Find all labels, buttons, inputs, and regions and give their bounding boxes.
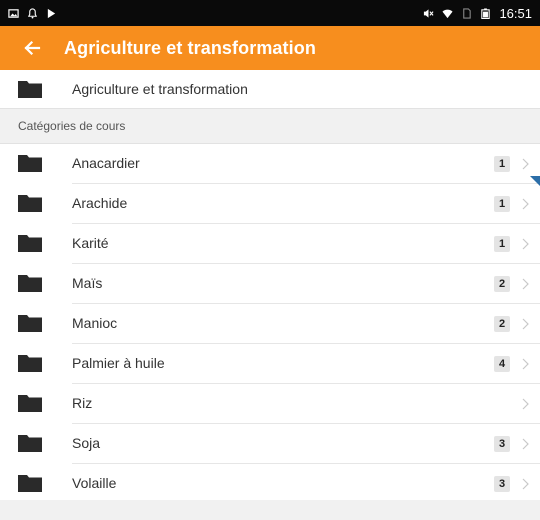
course-count-badge: 2 xyxy=(494,316,510,332)
volume-muted-icon xyxy=(424,8,434,18)
wifi-icon xyxy=(442,9,453,18)
course-count-badge: 1 xyxy=(494,196,510,212)
folder-icon xyxy=(18,155,42,172)
category-row[interactable]: Soja 3 xyxy=(0,424,540,464)
folder-icon xyxy=(18,395,42,412)
course-count-badge: 3 xyxy=(494,476,510,492)
parent-category-label: Agriculture et transformation xyxy=(72,81,248,97)
sim-icon xyxy=(463,7,472,19)
category-label: Riz xyxy=(72,395,93,411)
battery-icon xyxy=(481,7,491,19)
play-store-icon xyxy=(47,8,56,18)
chevron-right-icon xyxy=(522,198,529,210)
page-title: Agriculture et transformation xyxy=(64,37,316,58)
category-label: Palmier à huile xyxy=(72,355,165,371)
back-button[interactable] xyxy=(0,26,64,70)
category-row[interactable]: Volaille 3 xyxy=(0,464,540,504)
chevron-right-icon xyxy=(522,158,529,170)
category-row[interactable]: Maïs 2 xyxy=(0,264,540,304)
folder-icon xyxy=(18,235,42,252)
category-row[interactable]: Anacardier 1 xyxy=(0,144,540,184)
image-icon xyxy=(8,8,19,18)
arrow-left-icon xyxy=(24,40,41,56)
status-time: 16:51 xyxy=(499,5,532,21)
notification-icon xyxy=(27,7,38,19)
category-row[interactable]: Palmier à huile 4 xyxy=(0,344,540,384)
chevron-right-icon xyxy=(522,398,529,410)
status-bar-left xyxy=(8,7,57,19)
app-bar: Agriculture et transformation xyxy=(0,26,540,70)
list-footer xyxy=(0,500,540,520)
folder-icon xyxy=(18,275,42,292)
category-label: Volaille xyxy=(72,475,117,491)
course-count-badge: 2 xyxy=(494,276,510,292)
category-label: Arachide xyxy=(72,195,128,211)
category-row[interactable]: Arachide 1 xyxy=(0,184,540,224)
status-bar-right: 16:51 xyxy=(423,6,532,21)
category-label: Maïs xyxy=(72,275,103,291)
folder-icon xyxy=(18,475,42,492)
folder-icon xyxy=(18,81,42,98)
course-count-badge: 3 xyxy=(494,436,510,452)
chevron-right-icon xyxy=(522,438,529,450)
category-label: Manioc xyxy=(72,315,118,331)
category-label: Soja xyxy=(72,435,101,451)
category-row[interactable]: Karité 1 xyxy=(0,224,540,264)
chevron-right-icon xyxy=(522,478,529,490)
folder-icon xyxy=(18,315,42,332)
chevron-right-icon xyxy=(522,358,529,370)
course-count-badge: 1 xyxy=(494,156,510,172)
folder-icon xyxy=(18,195,42,212)
chevron-right-icon xyxy=(522,318,529,330)
category-label: Anacardier xyxy=(72,155,140,171)
category-label: Karité xyxy=(72,235,109,251)
scroll-indicator-icon xyxy=(530,176,540,186)
section-header: Catégories de cours xyxy=(0,108,540,144)
category-row[interactable]: Manioc 2 xyxy=(0,304,540,344)
status-bar: 16:51 xyxy=(0,0,540,26)
course-count-badge: 4 xyxy=(494,356,510,372)
chevron-right-icon xyxy=(522,238,529,250)
folder-icon xyxy=(18,355,42,372)
parent-category-row[interactable]: Agriculture et transformation xyxy=(0,70,540,108)
chevron-right-icon xyxy=(522,278,529,290)
category-row[interactable]: Riz xyxy=(0,384,540,424)
course-count-badge: 1 xyxy=(494,236,510,252)
folder-icon xyxy=(18,435,42,452)
